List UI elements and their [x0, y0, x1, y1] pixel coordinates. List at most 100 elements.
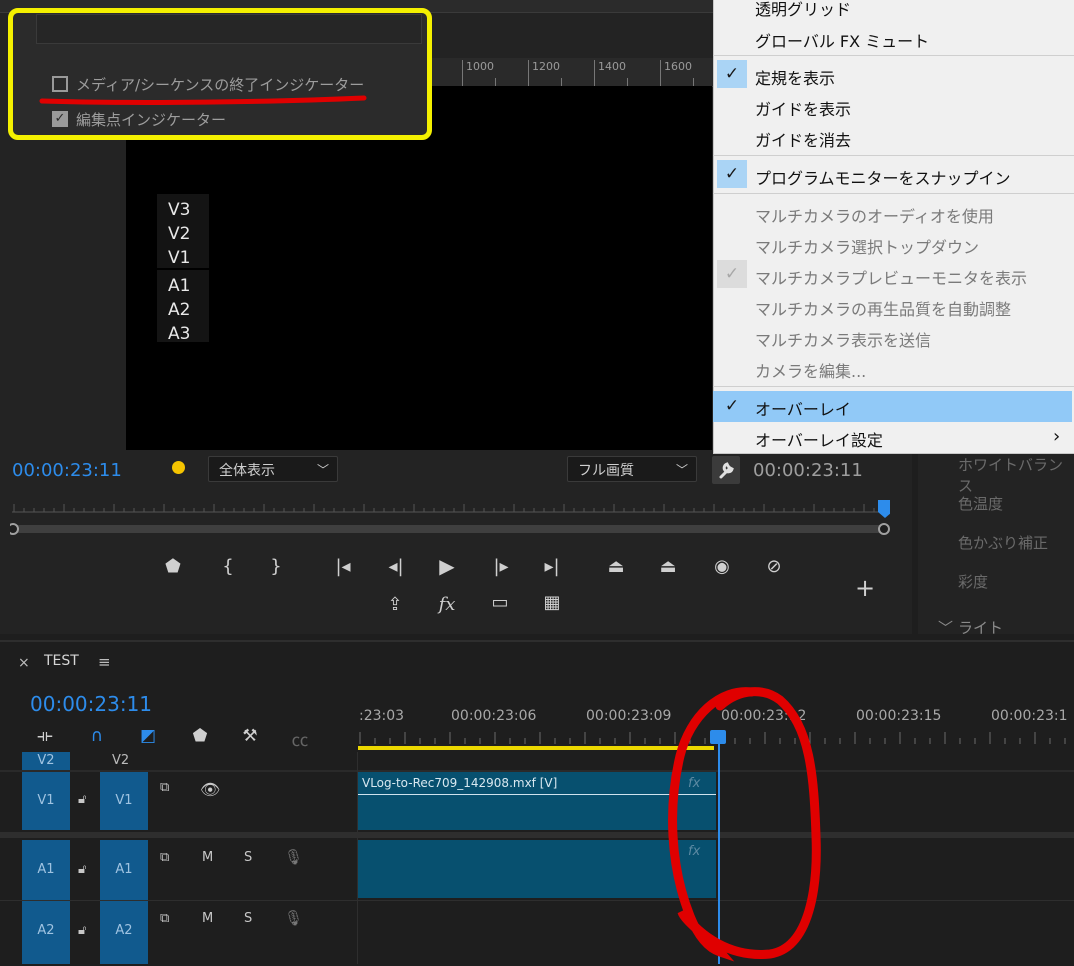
quality-select[interactable]: フル画質 ﹀: [567, 456, 697, 482]
extract-button[interactable]: ⏏: [653, 556, 683, 577]
zoom-handle-left[interactable]: [10, 523, 19, 535]
add-button-editor[interactable]: +: [850, 574, 880, 602]
captions-icon[interactable]: ㏄: [288, 726, 312, 751]
menu-item-edit-cameras[interactable]: カメラを編集...: [755, 358, 866, 382]
ruler-tick: [627, 78, 628, 86]
camera-icon[interactable]: ◉: [707, 556, 737, 577]
menu-item-transparency-grid[interactable]: 透明グリッド: [755, 0, 851, 20]
ruler-label: 00:00:23:06: [451, 708, 537, 724]
menu-item-multicam-audio[interactable]: マルチカメラのオーディオを使用: [755, 203, 994, 227]
mark-out-button[interactable]: }: [261, 556, 291, 577]
go-to-in-button[interactable]: |◂: [328, 556, 358, 577]
track-target-v1[interactable]: V1: [100, 772, 148, 830]
track-target-v2[interactable]: V2: [112, 753, 129, 768]
source-patch-v2[interactable]: V2: [22, 752, 70, 770]
ruler-tick: [594, 60, 595, 86]
menu-item-clear-guides[interactable]: ガイドを消去: [755, 127, 851, 151]
lock-icon[interactable]: 🔓︎: [78, 923, 86, 938]
mark-in-button[interactable]: {: [213, 556, 243, 577]
snap-icon[interactable]: ∩: [85, 726, 109, 746]
check-icon: ✓: [717, 60, 747, 88]
menu-item-show-guides[interactable]: ガイドを表示: [755, 96, 851, 120]
menu-item-multicam-playback-quality[interactable]: マルチカメラの再生品質を自動調整: [755, 296, 1011, 320]
ruler-label: 00:00:23:15: [856, 708, 942, 724]
timeline-timecode[interactable]: 00:00:23:11: [30, 692, 152, 716]
step-back-button[interactable]: ◂|: [381, 556, 411, 577]
solo-button[interactable]: S: [244, 911, 252, 926]
menu-item-show-rulers[interactable]: 定規を表示: [755, 65, 835, 89]
red-underline-annotation: [39, 95, 367, 105]
track-target-a1[interactable]: A1: [100, 840, 148, 900]
menu-item-overlay-settings[interactable]: オーバーレイ設定: [755, 427, 883, 451]
menu-item-multicam-preview[interactable]: マルチカメラプレビューモニタを表示: [755, 265, 1027, 289]
source-patch-v1[interactable]: V1: [22, 772, 70, 830]
lock-icon[interactable]: 🔓︎: [78, 792, 86, 807]
edit-point-indicator-checkbox[interactable]: ✓: [52, 111, 68, 127]
menu-item-multicam-top-down[interactable]: マルチカメラ選択トップダウン: [755, 234, 979, 258]
ruler-label: 1400: [598, 60, 626, 73]
menu-item-overlays[interactable]: オーバーレイ: [755, 396, 851, 420]
sequence-tab[interactable]: TEST: [44, 653, 79, 669]
eye-icon[interactable]: 👁︎: [200, 780, 220, 799]
microphone-icon[interactable]: 🎙︎: [284, 909, 303, 927]
mute-button[interactable]: M: [202, 911, 213, 926]
check-icon: ✓: [717, 260, 747, 288]
quality-select-value: フル画質: [578, 463, 634, 479]
ruler-tick: [462, 60, 463, 86]
go-to-out-button[interactable]: ▸|: [537, 556, 567, 577]
popup-header-field: [36, 14, 422, 44]
microphone-icon[interactable]: 🎙︎: [284, 848, 303, 866]
lumetri-section-light[interactable]: ライト: [958, 617, 1003, 638]
multi-camera-button[interactable]: ▦: [537, 592, 567, 613]
step-forward-button[interactable]: |▸: [486, 556, 516, 577]
lock-icon[interactable]: 🔓︎: [78, 862, 86, 877]
wrench-icon[interactable]: ⚒: [238, 726, 262, 746]
add-marker-icon[interactable]: ⬟: [188, 726, 212, 746]
chevron-down-icon[interactable]: ﹀: [938, 617, 953, 638]
sync-lock-icon[interactable]: ⧉: [160, 780, 169, 795]
menu-separator: [713, 55, 1074, 56]
playhead-timecode[interactable]: 00:00:23:11: [12, 460, 122, 481]
solo-button[interactable]: S: [244, 850, 252, 865]
sync-lock-icon[interactable]: ⧉: [160, 850, 169, 865]
panel-menu-icon[interactable]: ≡: [98, 653, 111, 671]
fx-toggle-button[interactable]: fx: [432, 594, 462, 615]
ruler-label: 00:00:23:1: [991, 708, 1068, 724]
track-row-a2: A2 🔓︎ A2 ⧉ M S 🎙︎: [0, 901, 1074, 964]
menu-item-multicam-transmit[interactable]: マルチカメラ表示を送信: [755, 327, 931, 351]
close-tab-button[interactable]: ×: [18, 655, 30, 671]
lumetri-panel: ホワイトバランス 色温度 色かぶり補正 彩度 ﹀ ライト: [918, 450, 1074, 637]
track-label: V1: [168, 248, 191, 268]
zoom-handle-right[interactable]: [878, 523, 890, 535]
sync-lock-icon[interactable]: ⧉: [160, 911, 169, 926]
settings-wrench-button[interactable]: [712, 456, 740, 484]
wrench-icon: [719, 462, 734, 479]
comparison-view-button[interactable]: ⊘: [759, 556, 789, 577]
source-patch-a1[interactable]: A1: [22, 840, 70, 900]
monitor-ruler: 1000 1200 1400 1600: [430, 58, 720, 87]
marker-button[interactable]: ⬟: [158, 556, 188, 577]
duration-timecode: 00:00:23:11: [753, 460, 863, 481]
lumetri-item: 色温度: [958, 495, 1004, 513]
play-button[interactable]: ▶: [432, 554, 462, 578]
ruler-tick: [495, 78, 496, 86]
source-patch-a2[interactable]: A2: [22, 901, 70, 964]
zoom-select[interactable]: 全体表示 ﹀: [208, 456, 338, 482]
track-label: A2: [168, 300, 191, 320]
menu-item-global-fx-mute[interactable]: グローバル FX ミュート: [755, 28, 929, 52]
menu-item-snap-in-program-monitor[interactable]: プログラムモニターをスナップイン: [755, 165, 1011, 189]
video-audio-divider[interactable]: [0, 832, 1074, 838]
mute-button[interactable]: M: [202, 850, 213, 865]
safe-margins-button[interactable]: ▭: [485, 592, 515, 613]
media-end-indicator-checkbox[interactable]: [52, 76, 68, 92]
linked-selection-icon[interactable]: ◩: [136, 726, 160, 746]
scrub-bar[interactable]: [10, 500, 890, 536]
chevron-down-icon: ﹀: [316, 463, 329, 477]
lift-button[interactable]: ⏏: [601, 556, 631, 577]
monitor-playhead[interactable]: [878, 500, 890, 518]
nest-icon[interactable]: ⟛: [33, 726, 57, 746]
video-frame[interactable]: [126, 86, 712, 450]
track-label: A3: [168, 324, 191, 344]
track-target-a2[interactable]: A2: [100, 901, 148, 964]
export-icon[interactable]: ⇪: [380, 594, 410, 615]
